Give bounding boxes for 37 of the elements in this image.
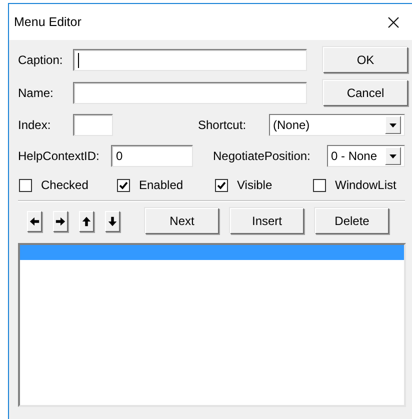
- next-button[interactable]: Next: [145, 208, 219, 234]
- move-right-button[interactable]: [53, 210, 68, 232]
- text-field[interactable]: [73, 49, 307, 71]
- field-label: Index:: [18, 118, 52, 132]
- delete-button[interactable]: Delete: [315, 208, 389, 234]
- window-title: Menu Editor: [14, 15, 82, 29]
- ok-button[interactable]: OK: [323, 47, 408, 73]
- move-down-button[interactable]: [105, 210, 120, 232]
- close-icon[interactable]: [388, 16, 399, 28]
- field-label: HelpContextID:: [18, 149, 100, 163]
- text-field[interactable]: [73, 82, 307, 104]
- field-label: NegotiatePosition:: [213, 149, 312, 163]
- checkbox-label[interactable]: Enabled: [139, 178, 184, 192]
- checkbox[interactable]: [313, 178, 326, 192]
- move-left-button[interactable]: [27, 210, 42, 232]
- checkbox-label[interactable]: Visible: [237, 178, 272, 192]
- checkbox[interactable]: [117, 178, 130, 192]
- right-arrow-icon: [55, 216, 66, 226]
- left-arrow-icon: [29, 216, 40, 226]
- text-cursor: [78, 52, 79, 68]
- up-arrow-icon: [81, 216, 92, 226]
- text-field[interactable]: 0: [111, 145, 193, 167]
- checkbox-label[interactable]: WindowList: [335, 178, 396, 192]
- move-up-button[interactable]: [79, 210, 94, 232]
- dropdown[interactable]: 0 - None: [327, 145, 405, 167]
- field-label: Caption:: [18, 53, 64, 67]
- menu-list[interactable]: [18, 243, 406, 407]
- checkbox[interactable]: [215, 178, 228, 192]
- field-label: Shortcut:: [198, 118, 248, 132]
- down-arrow-icon: [107, 216, 118, 226]
- text-field[interactable]: [73, 114, 113, 136]
- cancel-button[interactable]: Cancel: [323, 80, 408, 106]
- field-label: Name:: [18, 86, 54, 100]
- checkbox[interactable]: [19, 178, 32, 192]
- dropdown[interactable]: (None): [269, 114, 405, 136]
- checkbox-label[interactable]: Checked: [41, 178, 88, 192]
- insert-button[interactable]: Insert: [230, 208, 304, 234]
